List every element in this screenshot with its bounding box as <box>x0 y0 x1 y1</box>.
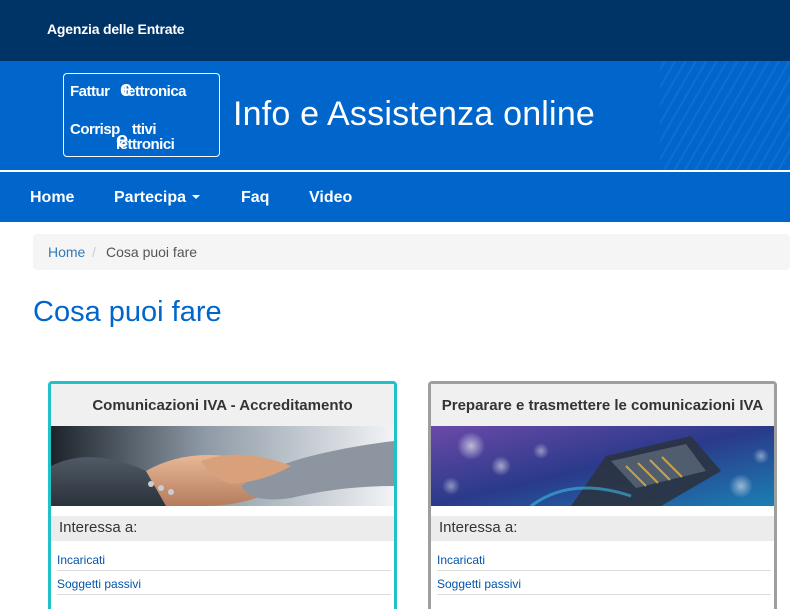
nav-video[interactable]: Video <box>309 189 352 207</box>
logo-text-elettronici: lettronici <box>116 136 175 153</box>
site-header: Fattur lettronica e Corrisp ttivi e lettro… <box>0 61 790 170</box>
network-cable-image[interactable] <box>431 426 774 506</box>
nav-faq[interactable]: Faq <box>241 189 269 207</box>
caret-down-icon <box>192 195 201 199</box>
handshake-image[interactable] <box>51 426 394 506</box>
agency-name[interactable]: Agenzia delle Entrate <box>47 21 185 37</box>
site-title[interactable]: Info e Assistenza online <box>233 95 595 134</box>
nav-partecipa-label: Partecipa <box>114 189 187 206</box>
header-decoration <box>660 61 790 170</box>
top-bar: Agenzia delle Entrate <box>0 0 790 61</box>
card-accreditamento[interactable]: Comunicazioni IVA - Accreditamento Inter… <box>48 381 397 609</box>
breadcrumb-current: Cosa puoi fare <box>106 244 198 260</box>
main-navigation: Home Partecipa Faq Video <box>0 170 790 222</box>
nav-partecipa-dropdown[interactable]: Partecipa <box>114 189 201 207</box>
breadcrumb: Home / Cosa puoi fare <box>33 234 790 270</box>
link-soggetti-passivi[interactable]: Soggetti passivi <box>437 571 771 595</box>
link-incaricati[interactable]: Incaricati <box>57 541 391 571</box>
card-subtitle: Interessa a: <box>431 516 774 541</box>
breadcrumb-home-link[interactable]: Home <box>48 244 85 260</box>
fatture-corrispettivi-logo[interactable]: Fattur lettronica e Corrisp ttivi e lettro… <box>63 73 220 157</box>
page-title: Cosa puoi fare <box>33 296 222 328</box>
card-title[interactable]: Preparare e trasmettere le comunicazioni… <box>431 384 774 426</box>
card-comunicazioni-iva[interactable]: Preparare e trasmettere le comunicazioni… <box>428 381 777 609</box>
logo-e-glyph: e <box>120 76 133 101</box>
card-subtitle: Interessa a: <box>51 516 394 541</box>
handshake-illustration <box>51 426 394 506</box>
link-incaricati[interactable]: Incaricati <box>437 541 771 571</box>
breadcrumb-separator: / <box>92 244 96 260</box>
network-cable-illustration <box>431 426 774 506</box>
card-title[interactable]: Comunicazioni IVA - Accreditamento <box>51 384 394 426</box>
nav-home[interactable]: Home <box>30 189 74 207</box>
link-soggetti-passivi[interactable]: Soggetti passivi <box>57 571 391 595</box>
